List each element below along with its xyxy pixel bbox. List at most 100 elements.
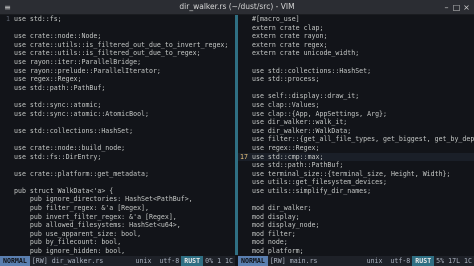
code-text: pub allowed_filesystems: HashSet<u64>,: [14, 221, 181, 230]
code-line[interactable]: use std::path::PathBuf;: [238, 161, 474, 170]
code-text: use std::collections::HashSet;: [252, 66, 372, 75]
code-line[interactable]: use dir_walker::WalkData;: [238, 127, 474, 136]
code-line[interactable]: [238, 195, 474, 204]
code-line[interactable]: use regex::Regex;: [238, 144, 474, 153]
code-line[interactable]: pub filter_regex: &'a [Regex],: [0, 204, 235, 213]
code-line[interactable]: use std::process;: [238, 75, 474, 84]
code-text: use crate::node::Node;: [14, 32, 102, 41]
code-line[interactable]: use crate::node::Node;: [0, 32, 235, 41]
rw-flag: [RW]: [31, 257, 48, 265]
code-line[interactable]: extern crate unicode_width;: [238, 49, 474, 58]
file-name: dir_walker.rs: [51, 257, 104, 265]
code-line[interactable]: pub by_filecount: bool,: [0, 238, 235, 247]
code-text: use terminal_size::{terminal_size, Heigh…: [252, 169, 451, 178]
code-text: use utils::simplify_dir_names;: [252, 186, 372, 195]
code-line[interactable]: use std::collections::HashSet;: [0, 127, 235, 136]
code-line[interactable]: pub struct WalkData<'a> {: [0, 187, 235, 196]
title-bar: ≡ dir_walker.rs (~/dust/src) - VIM – □ ×: [0, 0, 474, 15]
code-text: extern crate rayon;: [252, 32, 328, 41]
code-line[interactable]: mod display_node;: [238, 221, 474, 230]
code-line[interactable]: use std::collections::HashSet;: [238, 67, 474, 76]
code-line[interactable]: 1 use std::fs;: [0, 15, 235, 24]
minimize-icon[interactable]: –: [442, 3, 451, 12]
code-line[interactable]: use crate::utils::is_filtered_out_due_to…: [0, 41, 235, 50]
code-text: use rayon::iter::ParallelBridge;: [14, 57, 142, 66]
code-text: use std::path::PathBuf;: [14, 83, 106, 92]
code-text: mod platform;: [252, 247, 304, 255]
column: 1C: [225, 257, 233, 265]
code-line[interactable]: use utils::simplify_dir_names;: [238, 187, 474, 196]
percent: 5%: [436, 257, 445, 265]
code-text: pub by_filecount: bool,: [14, 238, 122, 247]
code-line[interactable]: [0, 178, 235, 187]
code-text: use filter::{get_all_file_types, get_big…: [252, 135, 474, 144]
code-text: use regex::Regex;: [252, 143, 320, 152]
close-icon[interactable]: ×: [462, 3, 471, 12]
code-line[interactable]: use crate::utils::is_filtered_out_due_to…: [0, 49, 235, 58]
code-line[interactable]: #[macro_use]: [238, 15, 474, 24]
code-line[interactable]: extern crate clap;: [238, 24, 474, 33]
code-line[interactable]: use terminal_size::{terminal_size, Heigh…: [238, 170, 474, 179]
code-line[interactable]: extern crate regex;: [238, 41, 474, 50]
left-pane[interactable]: 1 use std::fs; use crate::node::Node; use c…: [0, 15, 235, 255]
code-line[interactable]: use clap::{App, AppSettings, Arg};: [238, 110, 474, 119]
code-text: use std::fs::DirEntry;: [14, 152, 102, 161]
code-line[interactable]: use crate::node::build_node;: [0, 144, 235, 153]
filetype-badge: RUST: [181, 256, 204, 266]
code-line[interactable]: [238, 58, 474, 67]
pane-divider[interactable]: [235, 15, 238, 255]
code-line[interactable]: pub ignore_hidden: bool,: [0, 247, 235, 255]
code-line[interactable]: use crate::platform::get_metadata;: [0, 170, 235, 179]
code-line[interactable]: use clap::Values;: [238, 101, 474, 110]
code-line[interactable]: extern crate rayon;: [238, 32, 474, 41]
code-line[interactable]: mod dir_walker;: [238, 204, 474, 213]
code-text: mod filter;: [252, 229, 296, 238]
code-line[interactable]: use rayon::iter::ParallelBridge;: [0, 58, 235, 67]
code-text: use crate::node::build_node;: [14, 143, 126, 152]
code-line[interactable]: pub use_apparent_size: bool,: [0, 230, 235, 239]
code-line[interactable]: pub allowed_filesystems: HashSet<u64>,: [0, 221, 235, 230]
code-line[interactable]: [0, 161, 235, 170]
code-line[interactable]: mod display;: [238, 213, 474, 222]
code-text: use crate::utils::is_filtered_out_due_to…: [14, 49, 201, 58]
code-text: use dir_walker::WalkData;: [252, 126, 352, 135]
code-text: use clap::Values;: [252, 100, 320, 109]
code-line[interactable]: [0, 24, 235, 33]
maximize-icon[interactable]: □: [452, 3, 461, 12]
code-line[interactable]: mod filter;: [238, 230, 474, 239]
code-line[interactable]: use regex::Regex;: [0, 75, 235, 84]
file-name: main.rs: [289, 257, 318, 265]
code-text: use crate::utils::is_filtered_out_due_to…: [14, 40, 229, 49]
code-line[interactable]: use std::sync::atomic;: [0, 101, 235, 110]
code-line[interactable]: use std::path::PathBuf;: [0, 84, 235, 93]
code-text: mod dir_walker;: [252, 204, 312, 213]
code-line[interactable]: use std::sync::atomic::AtomicBool;: [0, 110, 235, 119]
code-line[interactable]: [0, 118, 235, 127]
mode-indicator: NORMAL: [238, 256, 268, 266]
code-text: mod display_node;: [252, 221, 320, 230]
code-line[interactable]: [0, 92, 235, 101]
right-pane[interactable]: #[macro_use] extern crate clap; extern cra…: [238, 15, 474, 255]
code-line[interactable]: use std::fs::DirEntry;: [0, 153, 235, 162]
line-number: 17L: [448, 257, 461, 265]
code-line[interactable]: mod platform;: [238, 247, 474, 255]
code-line[interactable]: pub invert_filter_regex: &'a [Regex],: [0, 213, 235, 222]
code-line[interactable]: use filter::{get_all_file_types, get_big…: [238, 135, 474, 144]
code-text: pub struct WalkData<'a> {: [14, 186, 114, 195]
code-text: use std::cmp::max;: [252, 152, 324, 161]
window-title: dir_walker.rs (~/dust/src) - VIM: [179, 2, 295, 11]
code-line[interactable]: pub ignore_directories: HashSet<PathBuf>…: [0, 195, 235, 204]
encoding: unix utf-8: [366, 257, 411, 265]
code-line[interactable]: use dir_walker::walk_it;: [238, 118, 474, 127]
code-text: extern crate unicode_width;: [252, 49, 360, 58]
code-line[interactable]: use utils::get_filesystem_devices;: [238, 178, 474, 187]
current-line[interactable]: 17 use std::cmp::max;: [238, 152, 474, 162]
code-line[interactable]: [238, 84, 474, 93]
code-text: use std::process;: [252, 75, 320, 84]
code-text: pub invert_filter_regex: &'a [Regex],: [14, 212, 177, 221]
code-line[interactable]: [0, 135, 235, 144]
encoding: unix utf-8: [135, 257, 180, 265]
code-line[interactable]: use self::display::draw_it;: [238, 92, 474, 101]
code-line[interactable]: mod node;: [238, 238, 474, 247]
code-line[interactable]: use rayon::prelude::ParallelIterator;: [0, 67, 235, 76]
